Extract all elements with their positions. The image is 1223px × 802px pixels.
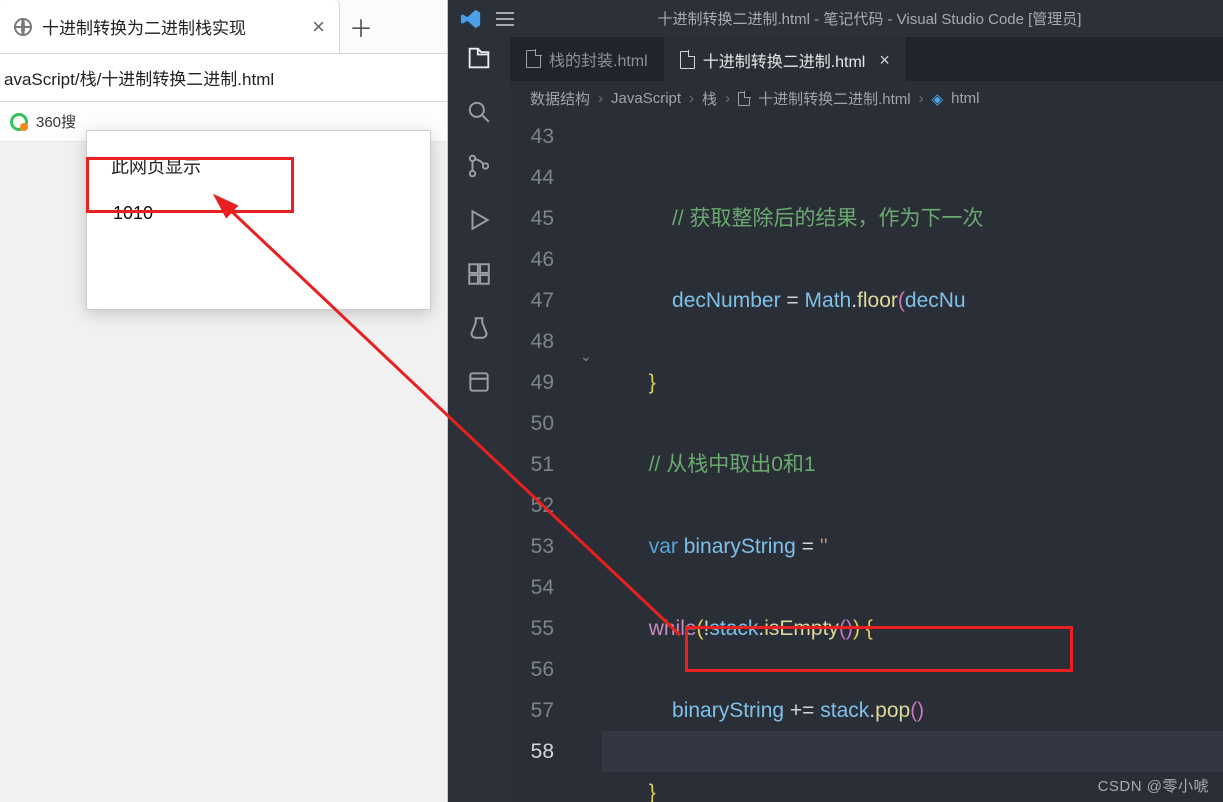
watermark: CSDN @零小唬 bbox=[1098, 775, 1209, 796]
address-bar[interactable]: avaScript/栈/十进制转换二进制.html bbox=[0, 54, 447, 102]
extensions-icon[interactable] bbox=[464, 259, 494, 289]
browser-window: 十进制转换为二进制栈实现 × ＋ avaScript/栈/十进制转换二进制.ht… bbox=[0, 0, 448, 802]
chevron-down-icon[interactable]: ⌄ bbox=[580, 336, 592, 377]
editor-tab-active[interactable]: 十进制转换二进制.html × bbox=[664, 37, 906, 81]
new-tab-button[interactable]: ＋ bbox=[340, 9, 382, 44]
bookmark-label[interactable]: 360搜 bbox=[36, 111, 76, 132]
alert-body: 1010 bbox=[111, 197, 406, 230]
fold-gutter: ⌄ bbox=[572, 116, 602, 802]
line-number: 53 bbox=[510, 526, 554, 567]
browser-tab-active[interactable]: 十进制转换为二进制栈实现 × bbox=[0, 0, 340, 53]
line-number: 51 bbox=[510, 444, 554, 485]
editor-tab-inactive[interactable]: 栈的封装.html bbox=[510, 37, 664, 81]
line-number: 49 bbox=[510, 362, 554, 403]
code-content[interactable]: // 获取整除后的结果，作为下一次 decNumber = Math.floor… bbox=[602, 116, 1223, 802]
close-icon[interactable]: × bbox=[879, 50, 890, 71]
editor-tab-label: 栈的封装.html bbox=[549, 47, 648, 71]
line-number: 55 bbox=[510, 608, 554, 649]
explorer-icon[interactable] bbox=[464, 43, 494, 73]
vscode-titlebar: 十进制转换二进制.html - 笔记代码 - Visual Studio Cod… bbox=[448, 0, 1223, 37]
code-editor[interactable]: 43 44 45 46 47 48 49 50 51 52 53 54 55 5… bbox=[510, 116, 1223, 802]
line-number: 50 bbox=[510, 403, 554, 444]
run-debug-icon[interactable] bbox=[464, 205, 494, 235]
vscode-window: 十进制转换二进制.html - 笔记代码 - Visual Studio Cod… bbox=[448, 0, 1223, 802]
line-number: 57 bbox=[510, 690, 554, 731]
breadcrumb-segment[interactable]: html bbox=[951, 90, 979, 107]
line-gutter: 43 44 45 46 47 48 49 50 51 52 53 54 55 5… bbox=[510, 116, 572, 802]
browser-tabbar: 十进制转换为二进制栈实现 × ＋ bbox=[0, 0, 447, 54]
breadcrumb-segment[interactable]: 数据结构 bbox=[530, 88, 590, 109]
activity-bar bbox=[448, 37, 510, 802]
vscode-title-text: 十进制转换二进制.html - 笔记代码 - Visual Studio Cod… bbox=[528, 8, 1211, 29]
line-number: 46 bbox=[510, 239, 554, 280]
editor-tabs: 栈的封装.html 十进制转换二进制.html × bbox=[510, 37, 1223, 81]
line-number: 48 bbox=[510, 321, 554, 362]
file-icon bbox=[738, 92, 750, 106]
file-icon bbox=[526, 50, 541, 68]
line-number: 45 bbox=[510, 198, 554, 239]
current-line-highlight bbox=[602, 731, 1223, 772]
js-alert-dialog: 此网页显示 1010 bbox=[86, 130, 431, 310]
breadcrumb[interactable]: 数据结构› JavaScript› 栈› 十进制转换二进制.html› ◈ ht… bbox=[510, 81, 1223, 116]
vscode-logo-icon bbox=[460, 8, 482, 30]
menu-icon[interactable] bbox=[496, 12, 514, 26]
source-control-icon[interactable] bbox=[464, 151, 494, 181]
testing-icon[interactable] bbox=[464, 313, 494, 343]
symbol-icon: ◈ bbox=[932, 90, 944, 108]
bookmark-favicon-icon bbox=[10, 113, 28, 131]
line-number: 58 bbox=[510, 731, 554, 772]
browser-tab-title: 十进制转换为二进制栈实现 bbox=[42, 14, 302, 39]
globe-icon bbox=[14, 18, 32, 36]
address-text: avaScript/栈/十进制转换二进制.html bbox=[4, 65, 274, 90]
search-icon[interactable] bbox=[464, 97, 494, 127]
alert-title: 此网页显示 bbox=[111, 153, 406, 179]
book-icon[interactable] bbox=[464, 367, 494, 397]
breadcrumb-segment[interactable]: 栈 bbox=[702, 88, 717, 109]
editor-tab-label: 十进制转换二进制.html bbox=[703, 48, 866, 72]
breadcrumb-segment[interactable]: JavaScript bbox=[611, 90, 681, 107]
line-number: 52 bbox=[510, 485, 554, 526]
file-icon bbox=[680, 51, 695, 69]
breadcrumb-segment[interactable]: 十进制转换二进制.html bbox=[758, 88, 911, 109]
line-number: 43 bbox=[510, 116, 554, 157]
line-number: 44 bbox=[510, 157, 554, 198]
line-number: 54 bbox=[510, 567, 554, 608]
line-number: 47 bbox=[510, 280, 554, 321]
line-number: 56 bbox=[510, 649, 554, 690]
page-content: 此网页显示 1010 bbox=[0, 142, 447, 802]
plus-icon: ＋ bbox=[349, 9, 373, 44]
close-icon[interactable]: × bbox=[312, 14, 325, 40]
